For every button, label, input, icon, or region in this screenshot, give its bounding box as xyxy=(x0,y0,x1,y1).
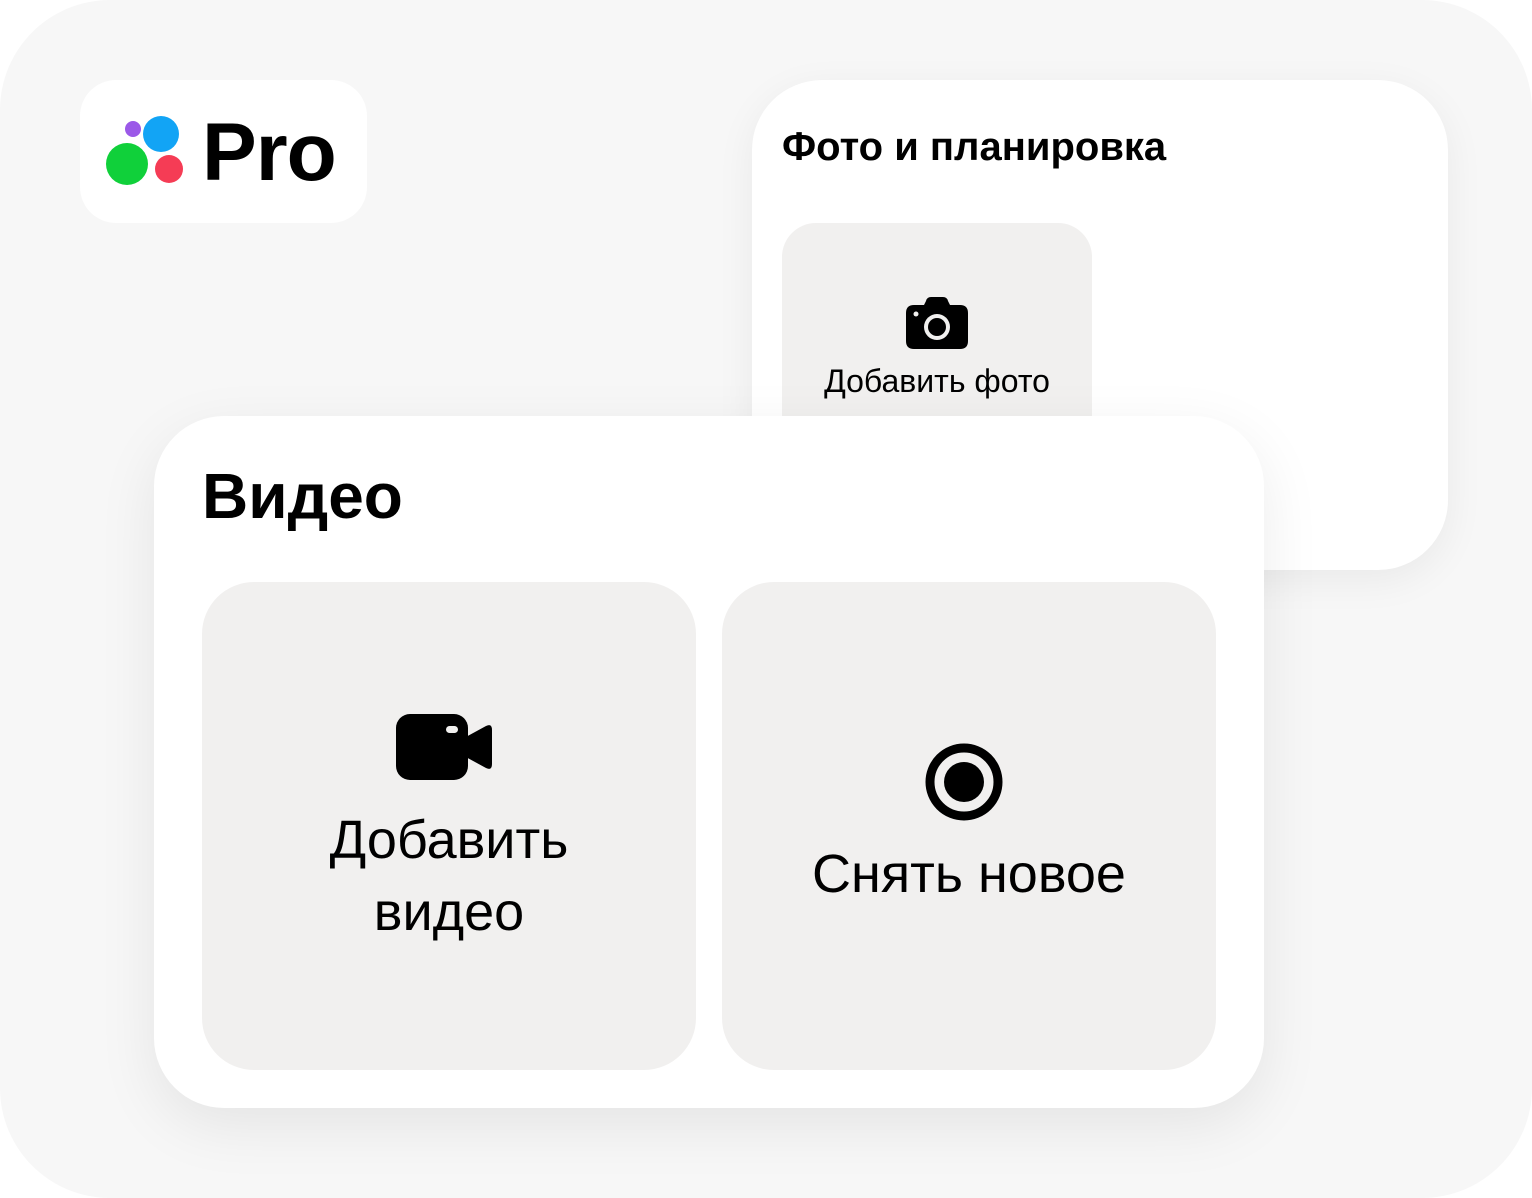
add-video-label-line2: видео xyxy=(373,882,525,942)
record-icon xyxy=(925,743,1003,821)
logo-dots-icon xyxy=(106,116,183,185)
logo-text: Pro xyxy=(202,107,337,198)
record-new-button[interactable]: Снять новое xyxy=(722,582,1216,1070)
logo-card: Pro xyxy=(80,80,367,223)
add-video-label-line1: Добавить xyxy=(329,810,569,870)
app-frame: Pro Фото и планировка Добавить фото Виде… xyxy=(0,0,1532,1198)
video-camera-icon xyxy=(396,714,492,780)
add-video-label: Добавить видео xyxy=(202,804,696,948)
video-section-title: Видео xyxy=(202,460,403,532)
camera-icon xyxy=(906,297,968,349)
add-video-button[interactable]: Добавить видео xyxy=(202,582,696,1070)
photo-section-title: Фото и планировка xyxy=(782,125,1167,169)
video-section-card: Видео Добавить видео Снять новое xyxy=(154,416,1264,1108)
add-photo-label: Добавить фото xyxy=(824,363,1050,399)
record-new-label: Снять новое xyxy=(812,844,1126,904)
